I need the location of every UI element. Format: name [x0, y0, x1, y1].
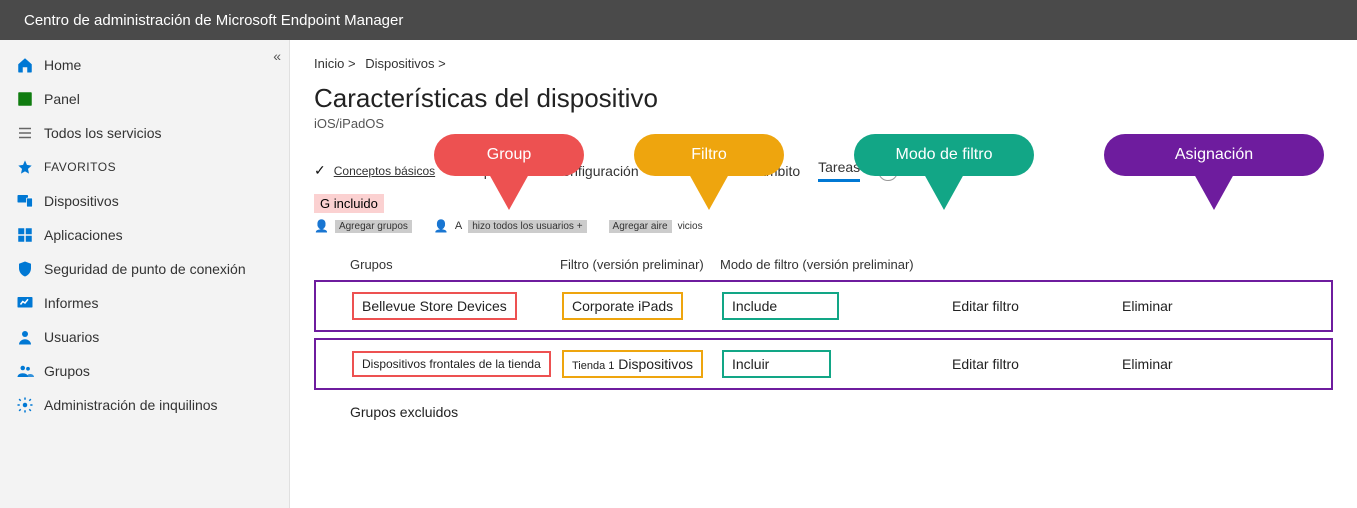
col-header-filter-mode: Modo de filtro (versión preliminar) — [720, 257, 950, 272]
sidebar-item-label: Informes — [44, 295, 273, 311]
table-header-row: Grupos Filtro (versión preliminar) Modo … — [314, 251, 1333, 280]
star-icon — [16, 158, 34, 176]
list-icon — [16, 124, 34, 142]
page-subtitle: iOS/iPadOS — [314, 116, 1333, 131]
filter-mode-cell: Incluir — [722, 350, 831, 378]
sidebar-item-label: Panel — [44, 91, 273, 107]
sidebar-item-panel[interactable]: Panel — [0, 82, 289, 116]
add-actions-row: 👤 Agregar grupos 👤 A hizo todos los usua… — [314, 219, 1333, 233]
sidebar-item-groups[interactable]: Grupos — [0, 354, 289, 388]
step-basics[interactable]: ✓Conceptos básicos — [314, 162, 435, 179]
edit-filter-link[interactable]: Editar filtro — [952, 356, 1122, 372]
sidebar-collapse-icon[interactable]: « — [273, 48, 281, 64]
add-person-icon: 👤 — [434, 219, 449, 233]
delete-link[interactable]: Eliminar — [1122, 298, 1262, 314]
main-content: Inicio > Dispositivos > Características … — [290, 40, 1357, 508]
excluded-groups-heading: Grupos excluidos — [314, 404, 1333, 420]
group-cell: Bellevue Store Devices — [352, 292, 517, 320]
filter-cell: Tienda 1 Dispositivos — [562, 350, 703, 378]
delete-link[interactable]: Eliminar — [1122, 356, 1262, 372]
gear-icon — [16, 396, 34, 414]
callout-filter-mode: Modo de filtro — [854, 134, 1034, 176]
step-assignments[interactable]: Tareas — [818, 159, 860, 182]
dashboard-icon — [16, 90, 34, 108]
breadcrumb: Inicio > Dispositivos > — [314, 56, 1333, 71]
sidebar-item-label: Grupos — [44, 363, 273, 379]
filter-cell: Corporate iPads — [562, 292, 683, 320]
app-header: Centro de administración de Microsoft En… — [0, 0, 1357, 40]
tab-included-groups[interactable]: G incluido — [314, 194, 384, 213]
sidebar-item-label: Home — [44, 57, 273, 73]
sidebar-item-label: Todos los servicios — [44, 125, 273, 141]
add-all-devices-button[interactable]: Agregar aire vicios — [609, 220, 703, 233]
col-header-groups: Grupos — [350, 257, 560, 272]
add-all-users-button[interactable]: 👤 A hizo todos los usuarios + — [434, 219, 587, 233]
sidebar-item-all-services[interactable]: Todos los servicios — [0, 116, 289, 150]
filter-mode-cell: Include — [722, 292, 839, 320]
shield-icon — [16, 260, 34, 278]
sidebar: « Home Panel Todos los servicios FAVORIT… — [0, 40, 290, 508]
check-icon: ✓ — [314, 162, 326, 179]
sidebar-item-label: Seguridad de punto de conexión — [44, 261, 273, 277]
apps-icon — [16, 226, 34, 244]
reports-icon — [16, 294, 34, 312]
sidebar-item-devices[interactable]: Dispositivos — [0, 184, 289, 218]
sidebar-item-endpoint-security[interactable]: Seguridad de punto de conexión — [0, 252, 289, 286]
edit-filter-link[interactable]: Editar filtro — [952, 298, 1122, 314]
sidebar-item-label: Administración de inquilinos — [44, 397, 273, 413]
user-icon — [16, 328, 34, 346]
table-row: Bellevue Store Devices Corporate iPads I… — [314, 280, 1333, 332]
callout-assignment: Asignación — [1104, 134, 1324, 176]
sidebar-item-label: Usuarios — [44, 329, 273, 345]
sidebar-item-label: FAVORITOS — [44, 160, 273, 174]
breadcrumb-part[interactable]: Inicio > — [314, 56, 356, 71]
sidebar-item-users[interactable]: Usuarios — [0, 320, 289, 354]
sidebar-item-tenant-admin[interactable]: Administración de inquilinos — [0, 388, 289, 422]
col-header-filter: Filtro (versión preliminar) — [560, 257, 720, 272]
sidebar-item-label: Aplicaciones — [44, 227, 273, 243]
table-row: Dispositivos frontales de la tienda Tien… — [314, 338, 1333, 390]
home-icon — [16, 56, 34, 74]
groups-icon — [16, 362, 34, 380]
sidebar-item-apps[interactable]: Aplicaciones — [0, 218, 289, 252]
add-groups-button[interactable]: 👤 Agregar grupos — [314, 219, 412, 233]
group-cell: Dispositivos frontales de la tienda — [352, 351, 551, 377]
sidebar-item-label: Dispositivos — [44, 193, 273, 209]
add-person-icon: 👤 — [314, 219, 329, 233]
callout-group: Group — [434, 134, 584, 176]
sidebar-item-reports[interactable]: Informes — [0, 286, 289, 320]
devices-icon — [16, 192, 34, 210]
sidebar-item-favorites[interactable]: FAVORITOS — [0, 150, 289, 184]
breadcrumb-part[interactable]: Dispositivos > — [365, 56, 446, 71]
app-title: Centro de administración de Microsoft En… — [24, 12, 403, 29]
page-title: Características del dispositivo — [314, 83, 1333, 114]
sidebar-item-home[interactable]: Home — [0, 48, 289, 82]
callout-filter: Filtro — [634, 134, 784, 176]
assignments-table: Grupos Filtro (versión preliminar) Modo … — [314, 251, 1333, 390]
